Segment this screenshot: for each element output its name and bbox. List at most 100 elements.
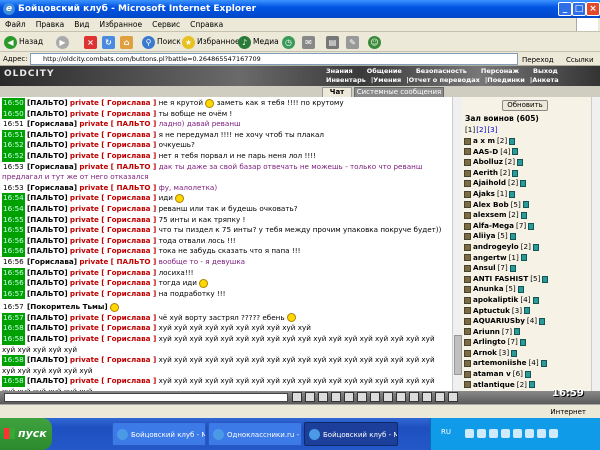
chat-scroll-thumb[interactable] [454,335,462,375]
nav-exit[interactable]: Выход [533,67,558,75]
address-field[interactable]: http://oldcity.combats.com/buttons.pl?ba… [30,53,518,65]
private-message-icon[interactable] [464,381,471,389]
sender-nick[interactable]: [ПАЛЬТО] [27,246,68,255]
player-entry[interactable]: Aliiya [5] [464,231,598,242]
player-name[interactable]: Arlingto [473,337,506,348]
go-button[interactable]: Переход [522,53,554,67]
player-entry[interactable]: Ajaks [1] [464,189,598,200]
page-1-link[interactable]: [1] [465,125,475,134]
player-entry[interactable]: AQUARIUSby [4] [464,316,598,327]
menu-view[interactable]: Вид [69,18,94,32]
sender-nick[interactable]: [ПАЛЬТО] [27,130,68,139]
tray-icon[interactable] [537,429,546,438]
recipient-nick[interactable]: [ Гориславa ] [101,204,156,213]
private-message-icon[interactable] [464,360,471,368]
nav-transfers[interactable]: Отчет о переводах [409,76,480,84]
player-info-icon[interactable] [528,381,535,389]
sender-nick[interactable]: [Гориславa] [27,162,77,171]
recipient-nick[interactable]: [ Гориславa ] [101,355,156,364]
refresh-players-button[interactable]: Обновить [502,100,548,111]
player-info-icon[interactable] [519,339,526,347]
player-name[interactable]: angertw [473,253,507,264]
private-message-icon[interactable] [464,339,471,347]
private-message-icon[interactable] [464,275,471,283]
player-entry[interactable]: Arnok [3] [464,348,598,359]
history-button[interactable]: ◷ [282,35,295,49]
player-info-icon[interactable] [532,296,539,304]
maximize-button[interactable]: □ [572,2,586,16]
sender-nick[interactable]: [ПАЛЬТО] [27,334,68,343]
private-message-icon[interactable] [464,201,471,209]
player-name[interactable]: Aerith [473,168,498,179]
sidebar-scrollbar[interactable] [591,97,600,391]
player-entry[interactable]: ataman v [6] [464,369,598,380]
player-name[interactable]: alexsem [473,210,506,221]
sender-nick[interactable]: [ПАЛЬТО] [27,355,68,364]
private-message-icon[interactable] [464,137,471,145]
private-message-icon[interactable] [464,286,471,294]
player-name[interactable]: Arnok [473,348,497,359]
player-name[interactable]: Aptuctuk [473,306,510,317]
player-info-icon[interactable] [524,370,531,378]
sender-nick[interactable]: [ПАЛЬТО] [27,268,68,277]
recipient-nick[interactable]: [ Гориславa ] [101,246,156,255]
tray-icon[interactable] [465,429,474,438]
player-info-icon[interactable] [520,211,527,219]
mail-button[interactable]: ✉ [302,35,315,49]
send-icon[interactable] [292,392,302,402]
stop-button[interactable]: × [84,35,97,49]
player-entry[interactable]: Alex Bob [5] [464,200,598,211]
player-info-icon[interactable] [517,158,524,166]
recipient-nick[interactable]: [ Гориславa ] [101,236,156,245]
player-info-icon[interactable] [511,349,518,357]
nav-profile[interactable]: Анкета [532,76,559,84]
player-entry[interactable]: androgeylo [2] [464,242,598,253]
sender-nick[interactable]: [ПАЛЬТО] [27,289,68,298]
friends-icon[interactable] [396,392,406,402]
player-info-icon[interactable] [528,222,535,230]
refresh-button[interactable]: ↻ [102,35,115,49]
sender-nick[interactable]: [ПАЛЬТО] [27,376,68,385]
sender-nick[interactable]: [ПАЛЬТО] [27,236,68,245]
sender-nick[interactable]: [ПАЛЬТО] [27,278,68,287]
links-button[interactable]: Ссылки [566,53,594,67]
player-info-icon[interactable] [540,360,547,368]
minimize-button[interactable]: _ [558,2,572,16]
chat-input[interactable] [4,393,288,402]
player-entry[interactable]: Arlingto [7] [464,337,598,348]
contacts-icon[interactable] [383,392,393,402]
player-entry[interactable]: Ariunn [7] [464,327,598,338]
player-info-icon[interactable] [514,328,521,336]
recipient-nick[interactable]: [ Гориславa ] [101,289,156,298]
private-message-icon[interactable] [464,211,471,219]
player-entry[interactable]: Alfa-Mega [7] [464,221,598,232]
player-name[interactable]: Ajaks [473,189,495,200]
private-message-icon[interactable] [464,243,471,251]
sender-nick[interactable]: [ПАЛЬТО] [27,215,68,224]
tray-icon[interactable] [489,429,498,438]
player-entry[interactable]: ANTI FASHIST [5] [464,274,598,285]
player-entry[interactable]: Anunka [5] [464,284,598,295]
recipient-nick[interactable]: [ ПАЛЬТО ] [111,183,157,192]
sender-nick[interactable]: [Покоритель Тьмы] [27,302,108,311]
private-message-icon[interactable] [464,158,471,166]
recipient-nick[interactable]: [ ПАЛЬТО ] [111,257,157,266]
menu-tools[interactable]: Сервис [147,18,185,32]
tray-icon[interactable] [513,429,522,438]
filter-icon[interactable] [305,392,315,402]
player-name[interactable]: Anunka [473,284,504,295]
nav-inventory[interactable]: Инвентарь [326,76,366,84]
player-name[interactable]: Ansul [473,263,496,274]
lock-icon[interactable] [409,392,419,402]
sender-nick[interactable]: [Гориславa] [27,257,77,266]
private-message-icon[interactable] [464,349,471,357]
recipient-nick[interactable]: [ Гориславa ] [101,130,156,139]
private-message-icon[interactable] [464,307,471,315]
recipient-nick[interactable]: [ Гориславa ] [101,334,156,343]
player-name[interactable]: artemoniishe [473,358,526,369]
taskbar-item-odnoklassniki[interactable]: Одноклассники.ru - ... [208,422,302,446]
player-info-icon[interactable] [522,201,529,209]
print-button[interactable]: ▤ [326,35,339,49]
player-entry[interactable]: AAS-D [4] [464,147,598,158]
private-message-icon[interactable] [464,169,471,177]
